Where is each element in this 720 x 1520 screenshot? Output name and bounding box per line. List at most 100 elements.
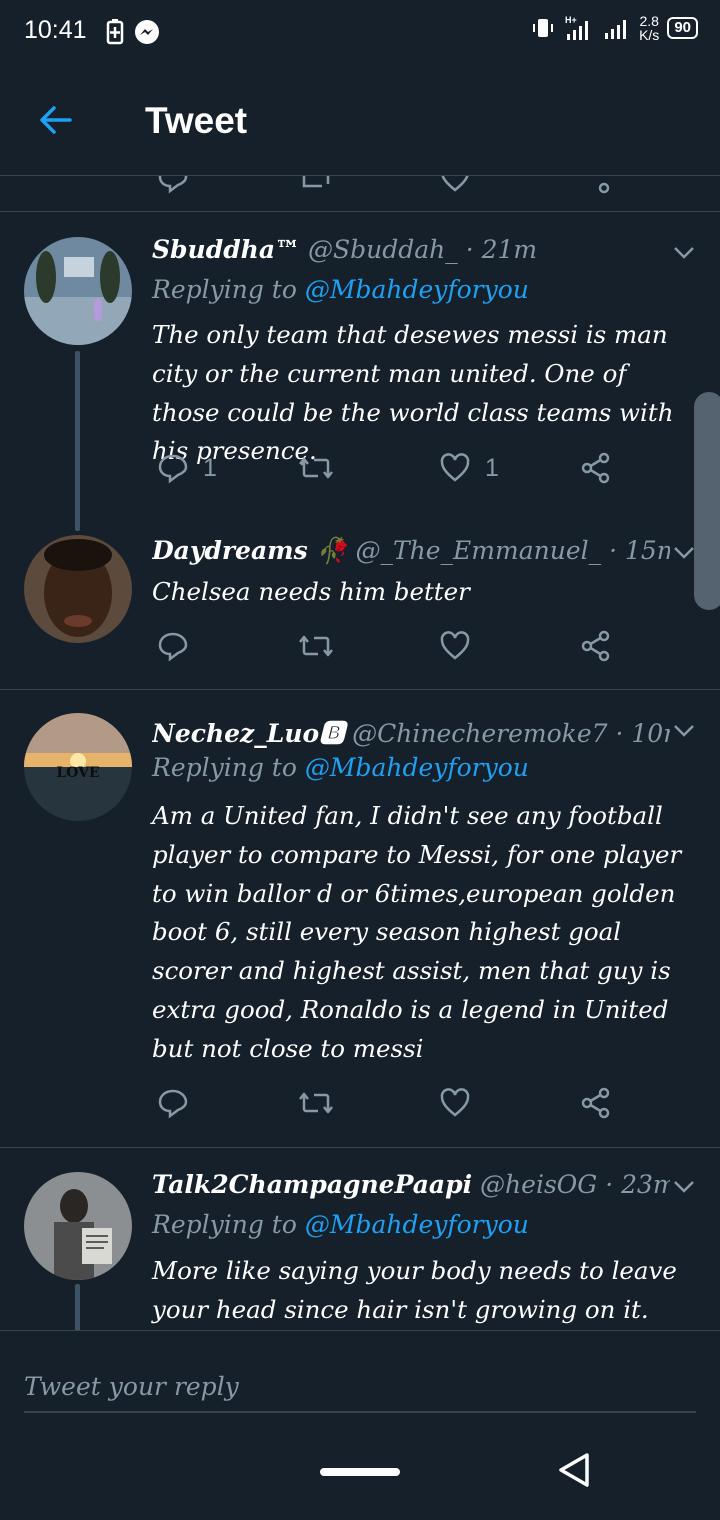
battery-indicator: 90	[667, 17, 698, 39]
tweet-text: The only team that desewes messi is man …	[152, 320, 674, 466]
username[interactable]: @Chinecheremoke7	[352, 719, 607, 748]
retweet-icon[interactable]	[298, 176, 334, 194]
tweet-item[interactable]: Daydreams 🥀 @_The_Emmanuel_ · 15m Chelse…	[0, 522, 720, 690]
status-right: H+ 2.8 K/s 90	[531, 14, 698, 42]
signal-icon	[605, 20, 627, 39]
reply-count: 1	[203, 453, 217, 482]
timestamp: · 10m	[615, 719, 670, 748]
like-button[interactable]: 1	[439, 452, 499, 484]
like-count: 1	[485, 453, 499, 482]
reply-icon	[158, 632, 188, 662]
display-name[interactable]: Sbuddha™	[152, 235, 300, 264]
heart-icon	[440, 1088, 470, 1117]
network-speed-value: 2.8	[639, 13, 659, 29]
svg-text:H+: H+	[565, 15, 577, 25]
system-nav-bar	[0, 1430, 720, 1520]
share-icon	[581, 452, 610, 484]
reply-button[interactable]: 1	[157, 452, 217, 484]
display-name[interactable]: Daydreams 🥀	[152, 536, 348, 565]
tweet-header: Daydreams 🥀 @_The_Emmanuel_ · 15m	[152, 536, 670, 566]
timestamp: · 21m	[465, 235, 538, 264]
retweet-icon	[299, 1092, 333, 1114]
chevron-down-icon[interactable]	[670, 238, 698, 266]
tweet-item[interactable]: Talk2ChampagnePaapi @heisOG · 23m Replyi…	[0, 1148, 720, 1330]
avatar[interactable]: LOVE	[24, 713, 132, 821]
retweet-icon	[299, 457, 333, 479]
share-icon	[581, 630, 610, 662]
tweet-actions: 1 1	[152, 452, 622, 492]
display-name[interactable]: Talk2ChampagnePaapi	[152, 1170, 472, 1199]
tweet-header: Talk2ChampagnePaapi @heisOG · 23m	[152, 1170, 670, 1199]
status-time: 10:41	[24, 16, 87, 44]
reply-composer	[0, 1330, 720, 1430]
share-icon[interactable]	[580, 176, 612, 194]
share-button[interactable]	[580, 1087, 612, 1119]
status-bar: 10:41 H+ 2.8 K/s 90	[0, 0, 720, 62]
replying-to: Replying to @Mbahdeyforyou	[152, 1210, 529, 1239]
tweet-header: Nechez_Luo🅱 @Chinecheremoke7 · 10m	[152, 714, 670, 750]
avatar[interactable]	[24, 535, 132, 643]
like-button[interactable]	[439, 1087, 471, 1119]
tweet-text: More like saying your body needs to leav…	[152, 1256, 677, 1324]
tweet-actions	[152, 630, 622, 670]
thread-line	[75, 1284, 80, 1330]
reply-icon	[158, 454, 188, 484]
tweet-item[interactable]: Sbuddha™ @Sbuddah_ · 21m Replying to @Mb…	[0, 212, 720, 531]
reply-button[interactable]	[157, 1087, 203, 1119]
replying-to: Replying to @Mbahdeyforyou	[152, 753, 529, 782]
replying-label: Replying to	[152, 753, 297, 782]
retweet-button[interactable]	[298, 452, 334, 484]
timestamp: · 23m	[605, 1170, 670, 1199]
reply-icon[interactable]	[157, 176, 189, 194]
replying-label: Replying to	[152, 1210, 297, 1239]
battery-saver-icon	[106, 19, 124, 45]
signal-hplus-icon: H+	[565, 15, 589, 40]
username[interactable]: @heisOG	[480, 1170, 597, 1199]
chevron-down-icon[interactable]	[670, 716, 698, 744]
network-speed-unit: K/s	[639, 27, 660, 43]
back-arrow-icon[interactable]	[34, 98, 78, 142]
share-button[interactable]	[580, 630, 612, 662]
timestamp: · 15m	[609, 536, 670, 565]
heart-icon	[440, 453, 470, 482]
like-button[interactable]	[439, 630, 471, 662]
reply-button[interactable]	[157, 630, 203, 662]
share-button[interactable]	[580, 452, 612, 484]
retweet-button[interactable]	[298, 1087, 334, 1119]
scrollbar-thumb[interactable]	[694, 392, 720, 610]
messenger-icon	[135, 20, 159, 44]
replying-label: Replying to	[152, 275, 297, 304]
reply-input[interactable]	[24, 1361, 696, 1413]
previous-tweet-actions	[0, 176, 720, 212]
tweet-text: Am a United fan, I didn't see any footba…	[152, 801, 682, 1063]
tweet-item[interactable]: LOVE Nechez_Luo🅱 @Chinecheremoke7 · 10m …	[0, 690, 720, 1148]
nav-back-icon[interactable]	[555, 1450, 593, 1490]
mention-link[interactable]: @Mbahdeyforyou	[305, 1210, 529, 1239]
tweet-header: Sbuddha™ @Sbuddah_ · 21m	[152, 235, 670, 264]
tweet-actions	[152, 1087, 622, 1127]
app-header: Tweet	[0, 62, 720, 176]
mention-link[interactable]: @Mbahdeyforyou	[305, 275, 529, 304]
display-name[interactable]: Nechez_Luo🅱	[152, 719, 344, 748]
avatar[interactable]	[24, 237, 132, 345]
like-icon[interactable]	[439, 176, 471, 194]
username[interactable]: @_The_Emmanuel_	[355, 536, 601, 565]
heart-icon	[440, 631, 470, 660]
mention-link[interactable]: @Mbahdeyforyou	[305, 753, 529, 782]
username[interactable]: @Sbuddah_	[308, 235, 458, 264]
svg-text:LOVE: LOVE	[56, 765, 99, 781]
tweet-text: Chelsea needs him better	[152, 577, 470, 606]
chevron-down-icon[interactable]	[670, 1172, 698, 1200]
thread-line	[75, 351, 80, 531]
avatar[interactable]	[24, 1172, 132, 1280]
replying-to: Replying to @Mbahdeyforyou	[152, 275, 529, 304]
vibrate-icon	[533, 19, 554, 37]
retweet-button[interactable]	[298, 630, 334, 662]
home-gesture-bar[interactable]	[320, 1468, 400, 1476]
status-notification-icons	[106, 19, 160, 45]
retweet-icon	[299, 635, 333, 657]
reply-icon	[158, 1089, 188, 1119]
page-title: Tweet	[145, 100, 248, 141]
network-speed: 2.8 K/s	[639, 14, 659, 42]
share-icon	[581, 1087, 610, 1119]
